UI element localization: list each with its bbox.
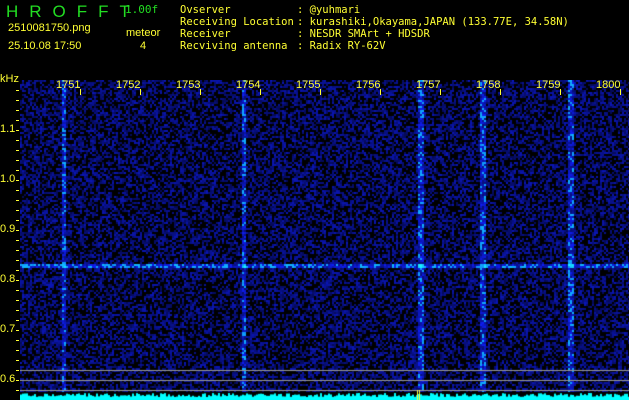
y-minor-tick (16, 130, 19, 131)
y-minor-tick (16, 340, 19, 341)
y-minor-tick (16, 300, 19, 301)
x-tick (440, 89, 441, 95)
y-minor-tick (16, 90, 19, 91)
separator: : (297, 40, 304, 52)
y-minor-tick (16, 380, 19, 381)
y-minor-tick (16, 190, 19, 191)
y-minor-tick (16, 210, 19, 211)
y-minor-tick (16, 370, 19, 371)
y-minor-tick (16, 230, 19, 231)
x-tick (500, 89, 501, 95)
version: 1.00f (125, 3, 159, 16)
y-unit-label: kHz (0, 73, 19, 85)
y-minor-tick (16, 140, 19, 141)
y-minor-tick (16, 150, 19, 151)
y-minor-tick (16, 120, 19, 121)
info-label: Ovserver (180, 4, 231, 16)
y-tick-label: 0.7 (0, 323, 16, 335)
filename: 2510081750.png (8, 22, 91, 34)
y-minor-tick (16, 180, 19, 181)
x-tick-label: 1751 (56, 79, 81, 91)
y-tick-label: 0.9 (0, 223, 16, 235)
info-row: Ovserver: @yuhmari (180, 4, 360, 16)
x-tick (140, 89, 141, 95)
info-value: Radix RY-62V (309, 40, 386, 52)
y-minor-tick (16, 390, 19, 391)
meteor-count: 4 (140, 40, 147, 52)
datetime: 25.10.08 17:50 (8, 40, 82, 52)
info-value: kurashiki,Okayama,JAPAN (133.77E, 34.58N… (309, 16, 569, 28)
y-minor-tick (16, 310, 19, 311)
y-minor-tick (16, 350, 19, 351)
y-minor-tick (16, 200, 19, 201)
app-logo: HROFFT (6, 2, 141, 21)
y-minor-tick (16, 260, 19, 261)
x-tick (200, 89, 201, 95)
x-tick-label: 1756 (356, 79, 381, 91)
y-minor-tick (16, 240, 19, 241)
info-label: Receiver (180, 28, 231, 40)
x-tick (320, 89, 321, 95)
info-row: Recviving antenna: Radix RY-62V (180, 40, 386, 52)
spectrogram (20, 80, 629, 400)
y-tick-label: 1.0 (0, 173, 16, 185)
separator: : (297, 4, 304, 16)
meteor-label: meteor (126, 27, 161, 39)
x-tick-label: 1757 (416, 79, 441, 91)
y-tick-label: 1.1 (0, 123, 16, 135)
x-tick (380, 89, 381, 95)
separator: : (297, 28, 304, 40)
x-tick (560, 89, 561, 95)
x-tick-label: 1800 (596, 79, 621, 91)
x-tick-label: 1754 (236, 79, 261, 91)
y-minor-tick (16, 270, 19, 271)
info-label: Recviving antenna (180, 40, 288, 52)
info-label: Receiving Location (180, 16, 294, 28)
x-tick (260, 89, 261, 95)
x-tick (620, 89, 621, 95)
info-value: NESDR SMArt + HDSDR (309, 28, 430, 40)
info-value: @yuhmari (309, 4, 361, 16)
info-row: Receiving Location: kurashiki,Okayama,JA… (180, 16, 569, 28)
x-tick-label: 1758 (476, 79, 501, 91)
info-row: Receiver: NESDR SMArt + HDSDR (180, 28, 430, 40)
y-minor-tick (16, 320, 19, 321)
y-minor-tick (16, 110, 19, 111)
y-minor-tick (16, 290, 19, 291)
y-minor-tick (16, 170, 19, 171)
x-tick-label: 1759 (536, 79, 561, 91)
y-minor-tick (16, 280, 19, 281)
x-tick-label: 1753 (176, 79, 201, 91)
y-minor-tick (16, 330, 19, 331)
y-minor-tick (16, 100, 19, 101)
x-tick (80, 89, 81, 95)
y-minor-tick (16, 160, 19, 161)
x-tick-label: 1752 (116, 79, 141, 91)
y-tick-label: 0.6 (0, 373, 16, 385)
y-minor-tick (16, 360, 19, 361)
separator: : (297, 16, 304, 28)
x-tick-label: 1755 (296, 79, 321, 91)
y-tick-label: 0.8 (0, 273, 16, 285)
y-minor-tick (16, 250, 19, 251)
y-minor-tick (16, 220, 19, 221)
